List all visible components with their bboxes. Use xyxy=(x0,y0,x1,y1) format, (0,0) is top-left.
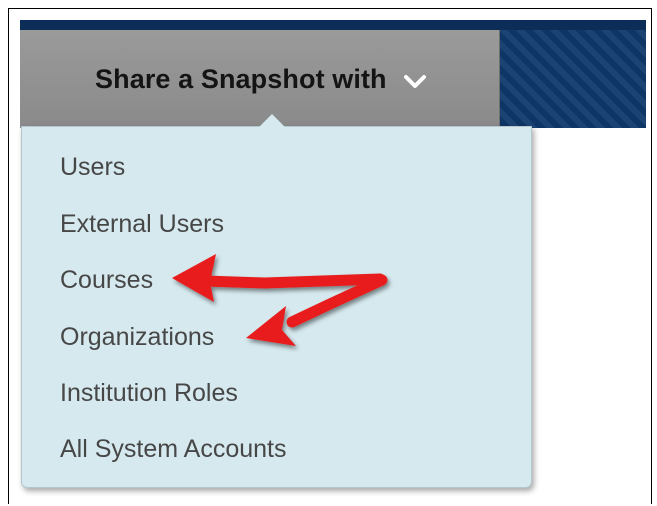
menu-pointer xyxy=(258,114,286,128)
share-snapshot-label: Share a Snapshot with xyxy=(95,63,387,94)
menu-item-users[interactable]: Users xyxy=(60,153,125,182)
chevron-down-icon xyxy=(403,75,426,88)
menu-item-institution-roles[interactable]: Institution Roles xyxy=(60,379,238,408)
menu-item-external-users[interactable]: External Users xyxy=(60,210,224,239)
top-bar-edge xyxy=(20,20,646,30)
menu-item-organizations[interactable]: Organizations xyxy=(60,323,214,352)
share-snapshot-menu: Users External Users Courses Organizatio… xyxy=(21,114,532,488)
menu-item-all-system-accounts[interactable]: All System Accounts xyxy=(60,435,286,464)
menu-item-courses[interactable]: Courses xyxy=(60,266,153,295)
